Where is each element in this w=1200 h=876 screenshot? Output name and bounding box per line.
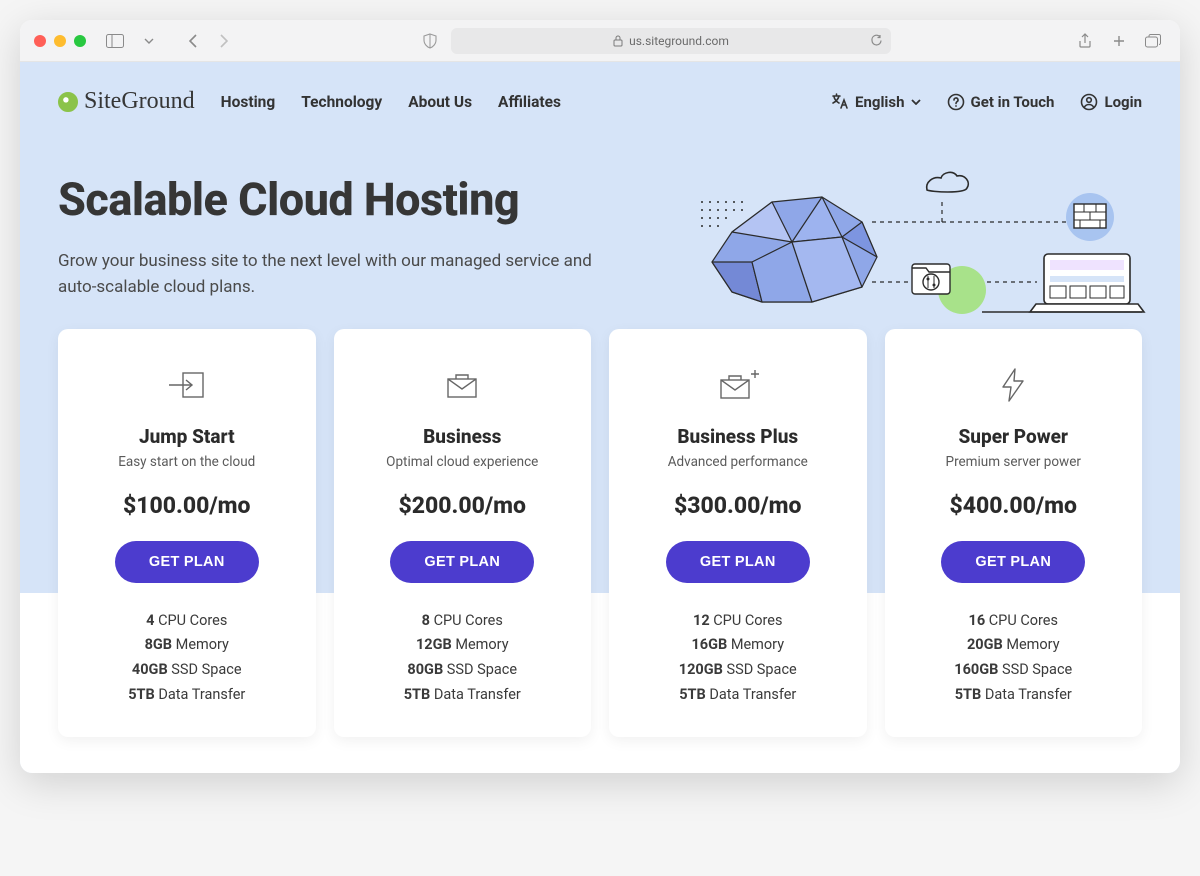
minimize-window-button[interactable] [54,35,66,47]
shield-icon [423,33,437,49]
briefcase-icon [354,363,572,407]
shield-button[interactable] [417,30,443,52]
url-bar[interactable]: us.siteground.com [451,28,891,54]
plan-price: $100.00/mo [78,492,296,519]
contact-link[interactable]: Get in Touch [947,93,1055,111]
plan-feature: 8 CPU Cores [354,609,572,634]
chevron-down-icon [911,99,921,105]
plan-feature: 40GB SSD Space [78,658,296,683]
plan-price: $400.00/mo [905,492,1123,519]
nav-technology[interactable]: Technology [301,93,382,111]
plan-tagline: Optimal cloud experience [354,454,572,470]
plan-card: Business Optimal cloud experience $200.0… [334,329,592,738]
share-button[interactable] [1072,30,1098,52]
window-controls [34,35,86,47]
plan-price: $300.00/mo [629,492,847,519]
plan-card: Business Plus Advanced performance $300.… [609,329,867,738]
get-plan-button[interactable]: GET PLAN [390,541,534,583]
tabs-icon [1145,34,1161,48]
plan-feature: 160GB SSD Space [905,658,1123,683]
browser-window: us.siteground.com SiteGround [20,20,1180,773]
plan-price: $200.00/mo [354,492,572,519]
maximize-window-button[interactable] [74,35,86,47]
url-text: us.siteground.com [629,34,729,48]
get-plan-button[interactable]: GET PLAN [941,541,1085,583]
plan-feature: 20GB Memory [905,633,1123,658]
plan-feature: 16 CPU Cores [905,609,1123,634]
tab-dropdown-button[interactable] [136,30,162,52]
chevron-left-icon [189,34,198,48]
plan-card: Jump Start Easy start on the cloud $100.… [58,329,316,738]
arrow-into-box-icon [78,363,296,407]
plan-features: 16 CPU Cores20GB Memory160GB SSD Space5T… [905,609,1123,708]
logo-mark-icon [58,92,78,112]
plans-grid: Jump Start Easy start on the cloud $100.… [58,329,1142,738]
logo-text: SiteGround [84,88,195,115]
plan-name: Super Power [905,425,1123,448]
plan-name: Business Plus [629,425,847,448]
plan-feature: 5TB Data Transfer [629,683,847,708]
plan-tagline: Advanced performance [629,454,847,470]
hero-illustration [692,162,1152,342]
sidebar-icon [106,34,124,48]
chevron-down-icon [144,38,154,44]
share-icon [1078,33,1092,49]
plus-icon [1112,34,1126,48]
plan-feature: 5TB Data Transfer [905,683,1123,708]
page-hero: SiteGround Hosting Technology About Us A… [20,62,1180,773]
browser-titlebar: us.siteground.com [20,20,1180,62]
logo[interactable]: SiteGround [58,88,195,115]
plan-card: Super Power Premium server power $400.00… [885,329,1143,738]
plan-feature: 120GB SSD Space [629,658,847,683]
login-link[interactable]: Login [1080,93,1142,111]
plan-feature: 12GB Memory [354,633,572,658]
forward-button[interactable] [210,30,236,52]
plan-feature: 5TB Data Transfer [78,683,296,708]
user-icon [1080,93,1098,111]
language-label: English [855,93,904,111]
language-selector[interactable]: English [831,93,920,111]
close-window-button[interactable] [34,35,46,47]
lightning-icon [905,363,1123,407]
plan-name: Jump Start [78,425,296,448]
plan-tagline: Premium server power [905,454,1123,470]
nav-affiliates[interactable]: Affiliates [498,93,561,111]
plan-feature: 80GB SSD Space [354,658,572,683]
briefcase-plus-icon [629,363,847,407]
reload-button[interactable] [870,34,883,47]
nav-about[interactable]: About Us [408,93,472,111]
help-icon [947,93,965,111]
hero-subtitle: Grow your business site to the next leve… [58,248,618,301]
plan-features: 8 CPU Cores12GB Memory80GB SSD Space5TB … [354,609,572,708]
plan-features: 12 CPU Cores16GB Memory120GB SSD Space5T… [629,609,847,708]
plan-name: Business [354,425,572,448]
new-tab-button[interactable] [1106,30,1132,52]
plan-feature: 8GB Memory [78,633,296,658]
plan-feature: 12 CPU Cores [629,609,847,634]
plan-feature: 5TB Data Transfer [354,683,572,708]
reload-icon [870,34,883,47]
nav-hosting[interactable]: Hosting [221,93,276,111]
back-button[interactable] [180,30,206,52]
tabs-overview-button[interactable] [1140,30,1166,52]
plan-feature: 16GB Memory [629,633,847,658]
contact-label: Get in Touch [971,93,1055,111]
main-nav: Hosting Technology About Us Affiliates [221,93,561,111]
sidebar-toggle-button[interactable] [102,30,128,52]
plan-tagline: Easy start on the cloud [78,454,296,470]
lock-icon [613,35,623,47]
plan-feature: 4 CPU Cores [78,609,296,634]
plan-features: 4 CPU Cores8GB Memory40GB SSD Space5TB D… [78,609,296,708]
get-plan-button[interactable]: GET PLAN [115,541,259,583]
site-header: SiteGround Hosting Technology About Us A… [20,62,1180,125]
get-plan-button[interactable]: GET PLAN [666,541,810,583]
login-label: Login [1104,93,1142,111]
translate-icon [831,93,849,111]
chevron-right-icon [219,34,228,48]
